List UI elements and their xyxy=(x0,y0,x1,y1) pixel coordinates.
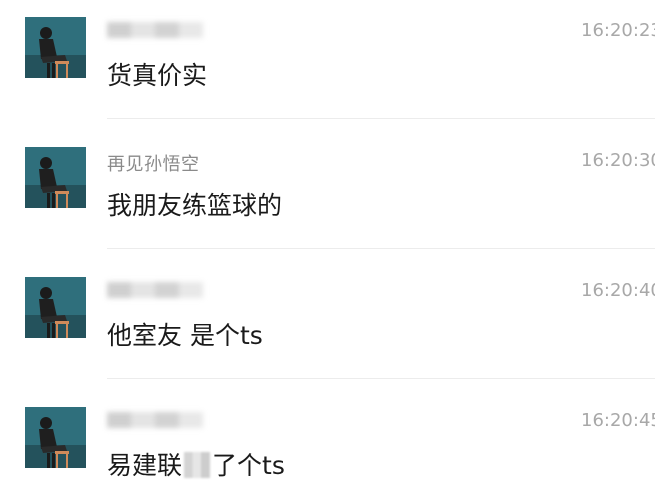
message-text-part: 易建联 xyxy=(107,451,183,480)
redacted-name-mosaic xyxy=(107,282,203,298)
chat-message[interactable]: 16:20:23 货真价实 xyxy=(0,0,655,130)
message-time: 16:20:40 xyxy=(581,280,655,301)
redacted-name-mosaic xyxy=(107,22,203,38)
chat-message-list: 16:20:23 货真价实 再见孙悟空 16:20:30 我朋友练篮球的 16:… xyxy=(0,0,655,497)
message-time: 16:20:23 xyxy=(581,20,655,41)
sender-name xyxy=(107,280,203,301)
avatar[interactable] xyxy=(25,17,86,78)
divider xyxy=(107,118,655,119)
sender-name xyxy=(107,20,203,41)
chat-message[interactable]: 再见孙悟空 16:20:30 我朋友练篮球的 xyxy=(0,130,655,260)
message-time: 16:20:45 xyxy=(581,410,655,431)
redacted-name-mosaic xyxy=(107,412,203,428)
redacted-word-mosaic xyxy=(184,452,211,478)
sender-name xyxy=(107,410,203,431)
avatar-person-sitting-icon xyxy=(25,147,86,208)
message-text[interactable]: 货真价实 xyxy=(107,56,207,92)
message-text-part: 了个ts xyxy=(212,451,285,480)
avatar-person-sitting-icon xyxy=(25,17,86,78)
chat-message[interactable]: 16:20:45 易建联 了个ts xyxy=(0,390,655,497)
sender-name: 再见孙悟空 xyxy=(107,154,200,175)
avatar-person-sitting-icon xyxy=(25,277,86,338)
avatar[interactable] xyxy=(25,407,86,468)
divider xyxy=(107,378,655,379)
message-text[interactable]: 我朋友练篮球的 xyxy=(107,186,282,222)
avatar-person-sitting-icon xyxy=(25,407,86,468)
chat-message[interactable]: 16:20:40 他室友 是个ts xyxy=(0,260,655,390)
message-text[interactable]: 易建联 了个ts xyxy=(107,446,285,482)
divider xyxy=(107,248,655,249)
message-time: 16:20:30 xyxy=(581,150,655,171)
message-text[interactable]: 他室友 是个ts xyxy=(107,316,263,352)
avatar[interactable] xyxy=(25,147,86,208)
avatar[interactable] xyxy=(25,277,86,338)
